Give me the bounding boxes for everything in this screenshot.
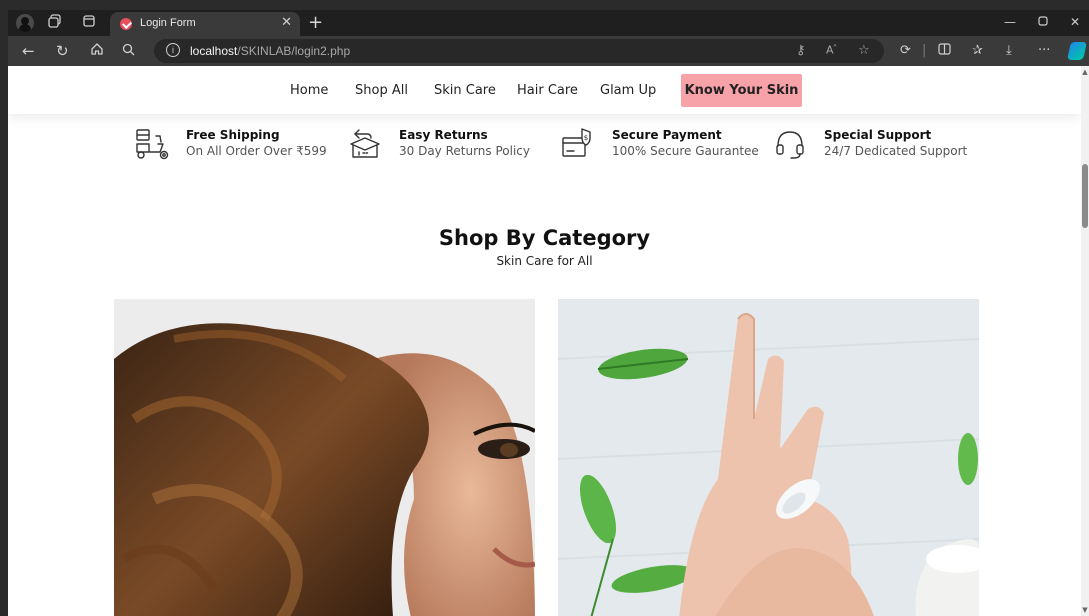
toolbar-divider: | — [922, 43, 927, 58]
feature-title: Special Support — [824, 128, 932, 142]
section-subtitle: Skin Care for All — [496, 254, 593, 268]
back-icon[interactable]: ← — [22, 42, 35, 60]
category-card-hair[interactable] — [114, 299, 535, 616]
read-aloud-icon[interactable]: Aᴬ — [826, 43, 837, 57]
site-navbar: Home Shop All Skin Care Hair Care Glam U… — [8, 66, 1081, 114]
site-favicon-icon — [120, 18, 132, 30]
home-icon[interactable] — [90, 42, 104, 60]
more-menu-icon[interactable]: ··· — [1038, 43, 1050, 58]
address-bar[interactable]: i localhost/SKINLAB/login2.php — [154, 39, 884, 63]
collections-icon[interactable]: ✰ — [972, 43, 983, 58]
new-tab-icon[interactable]: + — [308, 12, 323, 33]
feature-subtitle: On All Order Over ₹599 — [186, 144, 327, 158]
feature-subtitle: 24/7 Dedicated Support — [824, 144, 968, 158]
scroll-down-icon[interactable]: ▼ — [1081, 606, 1089, 614]
nav-glam-up[interactable]: Glam Up — [600, 83, 656, 98]
restore-icon[interactable] — [1038, 15, 1048, 29]
site-info-icon[interactable]: i — [166, 43, 180, 57]
extensions-icon[interactable]: ⟳ — [900, 43, 911, 58]
skin-cream-hand-image — [558, 299, 979, 616]
nav-shop-all[interactable]: Shop All — [355, 83, 408, 98]
close-tab-icon[interactable]: ✕ — [281, 15, 292, 30]
return-box-icon — [347, 126, 383, 162]
know-your-skin-button[interactable]: Know Your Skin — [681, 74, 802, 107]
feature-title: Free Shipping — [186, 128, 280, 142]
scroll-up-icon[interactable]: ▲ — [1081, 68, 1089, 76]
toolbar: ← ↻ i localhost/SKINLAB/login2.php ⚷ Aᴬ … — [8, 36, 1089, 66]
refresh-icon[interactable]: ↻ — [56, 42, 69, 60]
browser-window: Login Form ✕ + — ✕ ← ↻ i localhost/SKINL… — [8, 10, 1089, 616]
favorite-star-icon[interactable]: ☆ — [858, 43, 870, 58]
feature-subtitle: 100% Secure Gaurantee — [612, 144, 759, 158]
section-title: Shop By Category — [438, 226, 651, 250]
feature-title: Secure Payment — [612, 128, 722, 142]
minimize-icon[interactable]: — — [1004, 15, 1016, 29]
headset-icon — [772, 126, 808, 162]
copilot-icon[interactable] — [1067, 42, 1087, 60]
feature-subtitle: 30 Day Returns Policy — [399, 144, 530, 158]
search-icon[interactable] — [122, 42, 135, 60]
scrollbar-thumb[interactable] — [1082, 164, 1088, 228]
active-tab[interactable]: Login Form ✕ — [110, 12, 300, 36]
secure-card-icon: $ — [560, 126, 596, 162]
hair-model-image — [114, 299, 535, 616]
tab-title: Login Form — [140, 17, 196, 29]
feature-title: Easy Returns — [399, 128, 488, 142]
downloads-icon[interactable]: ⤓ — [1006, 43, 1012, 58]
nav-skin-care[interactable]: Skin Care — [434, 83, 496, 98]
nav-home[interactable]: Home — [290, 83, 328, 98]
page-viewport: Home Shop All Skin Care Hair Care Glam U… — [8, 66, 1081, 616]
delivery-scooter-icon — [134, 126, 170, 162]
profile-avatar[interactable] — [16, 14, 34, 32]
key-icon[interactable]: ⚷ — [796, 43, 806, 58]
split-screen-icon[interactable] — [938, 43, 951, 59]
page-scrollbar[interactable]: ▲ ▼ — [1081, 66, 1089, 616]
tab-actions-icon[interactable] — [80, 14, 98, 32]
tab-strip: Login Form ✕ + — ✕ — [8, 10, 1089, 36]
close-window-icon[interactable]: ✕ — [1070, 15, 1080, 29]
url-text[interactable]: localhost/SKINLAB/login2.php — [190, 44, 350, 58]
svg-text:$: $ — [584, 134, 588, 142]
nav-hair-care[interactable]: Hair Care — [517, 83, 578, 98]
workspaces-icon[interactable] — [46, 14, 64, 32]
category-card-skin[interactable] — [558, 299, 979, 616]
